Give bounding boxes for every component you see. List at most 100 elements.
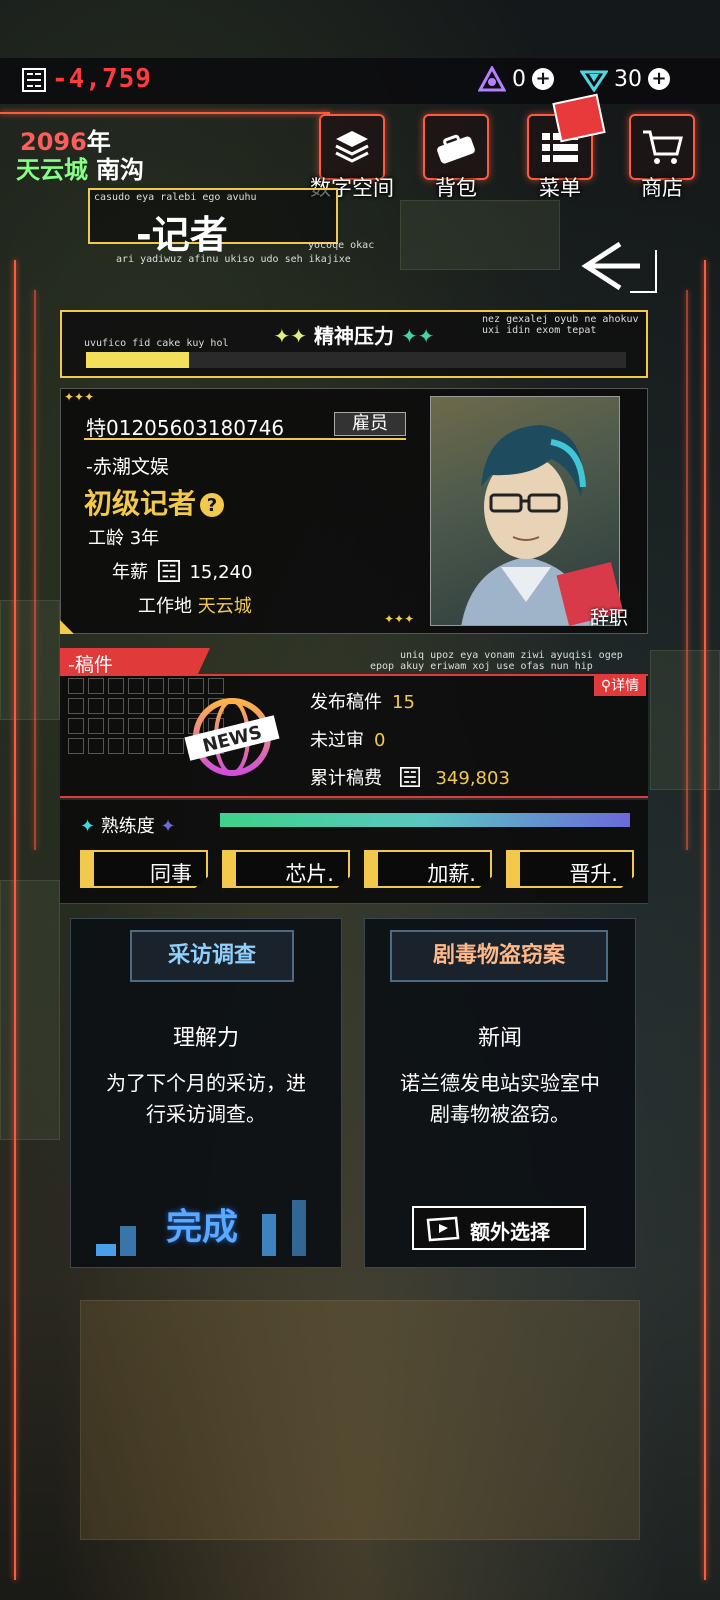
nav-shop-button[interactable]: 商店 [624,114,700,200]
event-header: 采访调查 [130,930,294,982]
rejected-label: 未过审 [310,730,364,751]
news-globe-icon: NEWS [184,698,280,776]
resign-button[interactable]: 辞职 [590,603,628,630]
nav-label: 菜单 [539,176,581,200]
nav-digital-space-button[interactable]: 数字空间 [310,114,394,200]
job-title: 初级记者? [84,482,225,522]
salary-label: 年薪 [112,562,148,583]
rejected-count: 未过审 0 [310,726,385,752]
ticket-icon [426,1216,460,1242]
extra-choice-button[interactable]: 额外选择 [412,1206,586,1250]
cart-icon [629,114,695,180]
credit-icon [22,68,46,92]
promotion-label: 晋升. [569,862,618,886]
raise-label: 加薪. [427,862,476,886]
bg-sign [650,650,720,790]
salary-value: 15,240 [189,562,253,583]
role-badge: 雇员 [334,412,406,436]
bg-sign [0,600,60,720]
event-header: 剧毒物盗窃案 [390,930,608,982]
salary: 年薪 15,240 [112,558,252,584]
colleagues-label: 同事 [150,862,192,886]
nav-backpack-button[interactable]: 背包 [418,114,494,200]
stress-bar [86,352,626,368]
sparkle-icon: ✦✦✦ [384,612,415,626]
resource-a-value: 0 [512,66,526,92]
divider [84,438,406,440]
workplace-label: 工作地 [138,596,192,617]
chip-button[interactable]: 芯片. [222,850,350,888]
stress-bar-fill [86,352,189,368]
fees-label: 累计稿费 [310,768,382,789]
career-title: -记者 [136,213,228,257]
resource-b: 30 + [580,66,670,92]
workplace: 工作地 天云城 [138,592,252,618]
extra-choice-label: 额外选择 [470,1220,550,1244]
credit-icon [399,767,420,787]
search-icon: ⚲ [600,678,612,694]
city-name: 天云城 [16,156,88,184]
flavor-text: yocoqe okac [308,240,375,251]
event-subtitle: 理解力 [172,1026,239,1051]
tenure-label: 工龄 [88,528,124,549]
event-description: 诺兰德发电站实验室中剧毒物被盗窃。 [400,1071,600,1126]
published-count: 发布稿件 15 [310,688,415,714]
add-resource-b-button[interactable]: + [648,68,670,90]
resource-a: 0 + [478,66,554,92]
event-description: 为了下个月的采访，进行采访调查。 [106,1071,306,1126]
equalizer-bar [96,1244,116,1256]
frame-line [0,112,330,114]
colleagues-button[interactable]: 同事 [80,850,208,888]
stress-panel: ✦✦ 精神压力 ✦✦ uvufico fid cake kuy hol nez … [60,310,648,378]
published-label: 发布稿件 [310,692,382,713]
rejected-value: 0 [374,730,386,751]
proficiency-label: ✦ 熟练度 ✦ [80,816,176,837]
equalizer-bar [262,1214,276,1256]
company-name: -赤潮文娱 [86,456,169,478]
equalizer-bar [292,1200,306,1256]
proficiency-label-text: 熟练度 [100,816,155,837]
triangle-gem-icon [478,66,506,92]
flavor-text: ari yadiwuz afinu ukiso udo seh ikajixe [116,254,351,265]
flavor-text: epop akuy eriwam xoj use ofas nun hip [370,661,593,672]
bg-sign [400,200,560,270]
details-button[interactable]: ⚲详情 [594,676,646,696]
resource-b-value: 30 [614,66,642,92]
district-name: 南沟 [96,156,144,184]
proficiency-bar [220,813,630,827]
credit-icon [157,560,180,582]
event-subtitle: 新闻 [477,1026,522,1051]
tenure: 工龄 3年 [88,524,159,550]
help-icon[interactable]: ? [200,493,225,517]
back-arrow-icon[interactable] [580,240,660,296]
flavor-text: casudo eya ralebi ego avuhu [94,192,257,203]
stress-title-text: 精神压力 [314,324,394,348]
tenure-value: 3年 [129,528,160,549]
manuscript-tab-label: -稿件 [68,654,113,676]
employee-id: 特01205603180746 [86,416,285,440]
fees-value: 349,803 [435,768,510,789]
bag-icon [423,114,489,180]
promotion-button[interactable]: 晋升. [506,850,634,888]
money-value: -4,759 [52,64,152,94]
location-label: 天云城 南沟 [16,150,144,185]
details-label: 详情 [611,678,640,694]
frame-line [34,290,36,850]
diamond-gem-icon [580,70,608,92]
raise-button[interactable]: 加薪. [364,850,492,888]
nav-label: 背包 [435,176,477,200]
event-status-complete: 完成 [166,1207,239,1248]
flavor-text: uniq upoz eya vonam ziwi ayuqisi ogep [400,650,623,661]
flavor-text: uvufico fid cake kuy hol [84,338,229,349]
flavor-text: nez gexalej oyub ne ahokuv uxi idin exom… [482,314,639,336]
nav-label: 商店 [641,176,683,200]
frame-line [14,260,16,1580]
job-title-text: 初级记者 [84,487,197,520]
layers-icon [319,114,385,180]
add-resource-a-button[interactable]: + [532,68,554,90]
workplace-value: 天云城 [197,596,252,617]
sparkle-icon: ✦✦✦ [64,390,95,404]
chip-label: 芯片. [285,862,334,886]
bg-sign [0,880,60,1140]
equalizer-bar [120,1226,136,1256]
